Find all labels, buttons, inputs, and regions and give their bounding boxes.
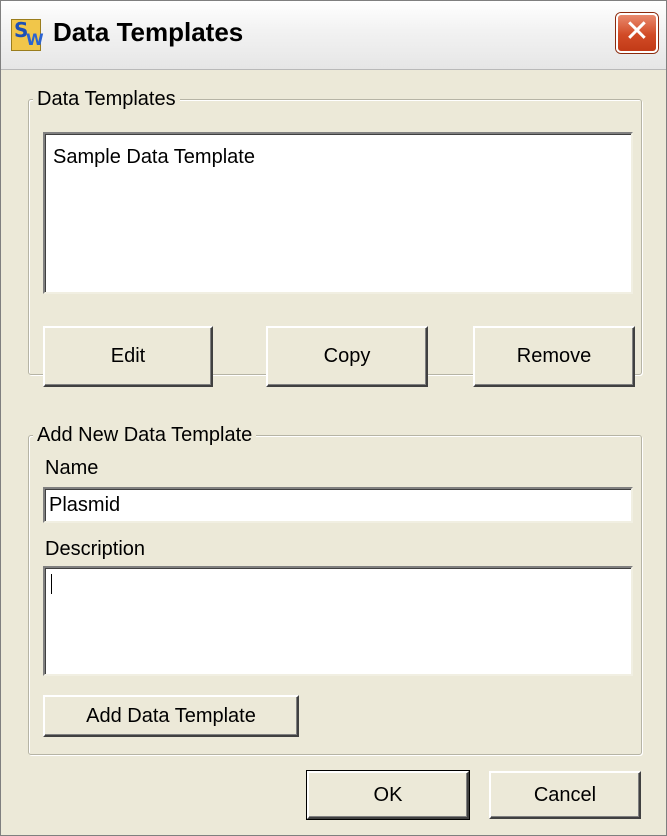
remove-button[interactable]: Remove xyxy=(473,326,635,387)
cancel-button[interactable]: Cancel xyxy=(489,771,641,819)
close-button[interactable]: ✕ xyxy=(616,13,658,53)
app-sw-icon: SW xyxy=(11,18,44,51)
description-field[interactable] xyxy=(43,566,633,676)
ok-button[interactable]: OK xyxy=(306,770,470,820)
text-caret xyxy=(51,574,52,594)
add-template-group-label: Add New Data Template xyxy=(33,424,257,446)
name-label: Name xyxy=(45,457,99,479)
data-templates-group-label: Data Templates xyxy=(33,88,180,110)
edit-button[interactable]: Edit xyxy=(43,326,213,387)
window-title: Data Templates xyxy=(53,17,244,47)
copy-button[interactable]: Copy xyxy=(266,326,428,387)
description-label: Description xyxy=(45,538,146,560)
title-bar[interactable]: SW Data Templates ✕ xyxy=(1,1,666,70)
name-field[interactable] xyxy=(43,487,633,523)
list-item[interactable]: Sample Data Template xyxy=(53,146,255,169)
data-templates-dialog: SW Data Templates ✕ Data Templates Sampl… xyxy=(0,0,667,836)
add-data-template-button[interactable]: Add Data Template xyxy=(43,695,299,737)
templates-listbox[interactable]: Sample Data Template xyxy=(43,132,633,294)
